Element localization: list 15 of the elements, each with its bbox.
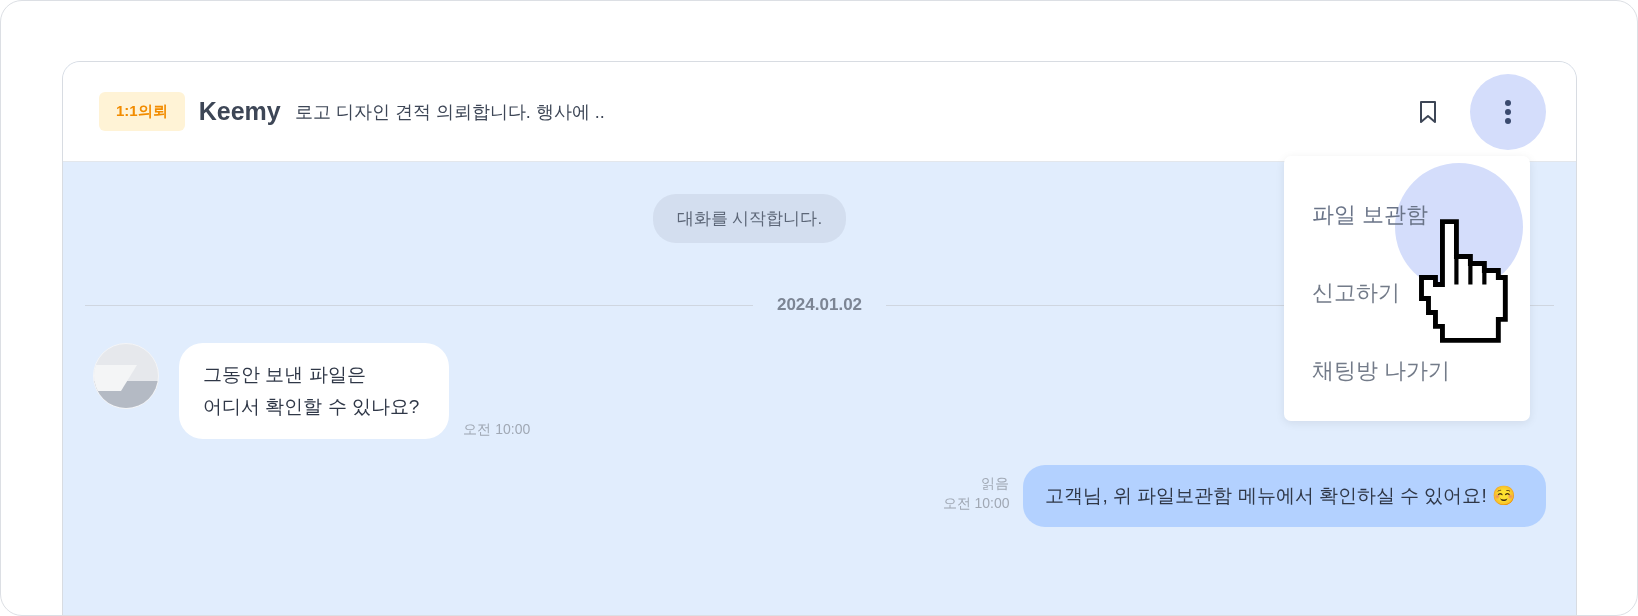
avatar [93, 343, 159, 409]
read-status: 읽음 [981, 475, 1010, 493]
chat-subject: 로고 디자인 견적 의뢰합니다. 행사에 .. [294, 100, 606, 124]
more-icon [1504, 98, 1512, 125]
message-bubble: 고객님, 위 파일보관함 메뉴에서 확인하실 수 있어요! ☺ [1023, 465, 1546, 527]
user-name: Keemy [198, 97, 281, 126]
message-time: 오전 10:00 [942, 495, 1010, 513]
menu-item[interactable]: 신고하기 [1312, 280, 1400, 306]
menu-item[interactable]: 파일 보관함 [1312, 202, 1429, 228]
menu-item[interactable]: 채팅방 나가기 [1312, 358, 1451, 384]
system-notice: 대화를 시작합니다. [652, 194, 847, 243]
message-time: 오전 10:00 [463, 421, 531, 439]
message-bubble: 그동안 보낸 파일은 어디서 확인할 수 있나요? [179, 343, 450, 439]
inquiry-badge: 1:1의뢰 [99, 92, 185, 131]
date-divider-label: 2024.01.02 [776, 295, 863, 315]
